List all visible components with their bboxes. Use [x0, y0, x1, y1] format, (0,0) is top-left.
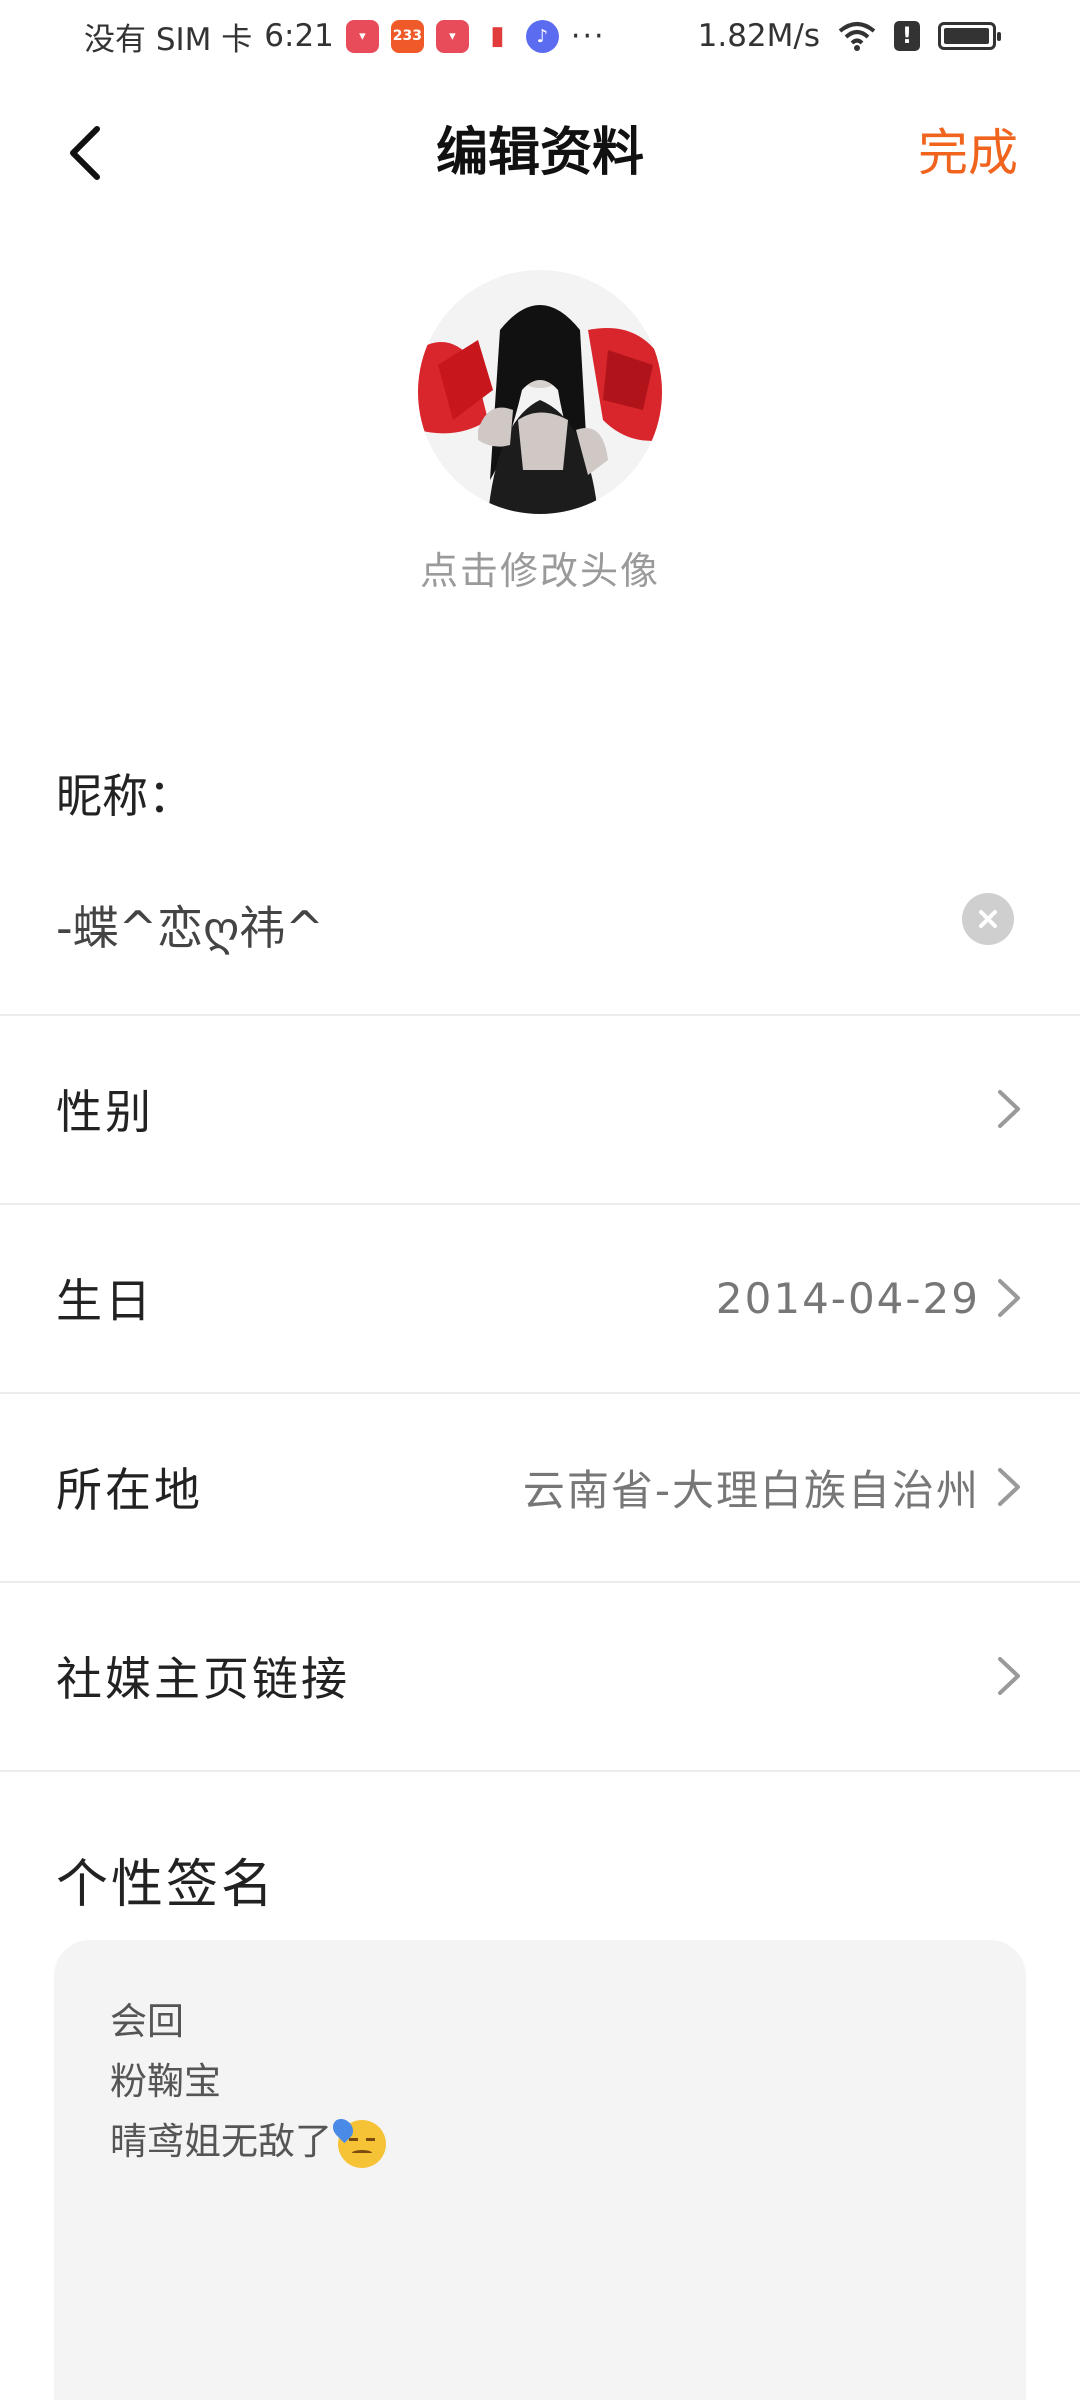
status-bar: 没有 SIM 卡 6:21 ▾ 233 ▾ ▮ ♪ ··· 1.82M/s ! [0, 0, 1080, 72]
gender-row[interactable]: 性别 [0, 1016, 1080, 1202]
signature-line: 会回 [110, 2000, 184, 2043]
chevron-right-icon [998, 1468, 1020, 1506]
row-label: 性别 [56, 1085, 154, 1139]
chevron-right-icon [998, 1090, 1020, 1128]
book-icon: ▮ [490, 21, 505, 51]
change-avatar-hint[interactable]: 点击修改头像 [0, 540, 1080, 595]
music-icon: ♪ [525, 19, 559, 53]
birthday-row[interactable]: 生日 2014-04-29 [0, 1205, 1080, 1391]
signature-title: 个性签名 [56, 1855, 277, 1915]
huawei-store-icon: ▾ [435, 19, 469, 53]
signature-line: 晴鸢姐无敌了 [110, 2112, 970, 2172]
nickname-label: 昵称： [56, 769, 194, 823]
signature-line-text: 晴鸢姐无敌了 [110, 2120, 332, 2163]
net-speed-text: 1.82M/s [697, 18, 820, 54]
sweat-emoji-icon [328, 2114, 386, 2168]
avatar[interactable] [418, 270, 662, 514]
chevron-right-icon [998, 1657, 1020, 1695]
close-icon [979, 910, 997, 928]
status-left: 没有 SIM 卡 6:21 ▾ 233 ▾ ▮ ♪ ··· [84, 14, 606, 59]
signature-line: 粉鞠宝 [110, 2060, 221, 2103]
carrier-text: 没有 SIM 卡 [84, 21, 253, 58]
social-link-row[interactable]: 社媒主页链接 [0, 1583, 1080, 1769]
signature-textarea[interactable]: 会回 粉鞠宝 晴鸢姐无敌了 [54, 1940, 1026, 2400]
bilibili-233-icon: 233 [390, 19, 424, 53]
birthday-value: 2014-04-29 [715, 1273, 980, 1323]
row-label: 所在地 [56, 1463, 203, 1517]
battery-icon [938, 22, 1001, 50]
huawei-store-icon: ▾ [345, 19, 379, 53]
location-value: 云南省-大理白族自治州 [522, 1465, 980, 1515]
row-label: 社媒主页链接 [56, 1652, 350, 1706]
chevron-right-icon [998, 1279, 1020, 1317]
location-row[interactable]: 所在地 云南省-大理白族自治州 [0, 1394, 1080, 1580]
wifi-icon [838, 22, 876, 51]
nickname-input[interactable]: -蝶^恋ღ祎^ [56, 892, 324, 958]
alert-icon: ! [894, 21, 920, 51]
more-notifications-icon: ··· [570, 18, 606, 54]
edit-profile-page: 没有 SIM 卡 6:21 ▾ 233 ▾ ▮ ♪ ··· 1.82M/s ! [0, 0, 1080, 2400]
row-label: 生日 [56, 1274, 154, 1328]
divider [0, 1770, 1080, 1772]
done-button[interactable]: 完成 [918, 118, 1018, 188]
clear-nickname-button[interactable] [962, 893, 1014, 945]
status-right: 1.82M/s ! [697, 18, 1001, 54]
header: 编辑资料 完成 [0, 96, 1080, 208]
avatar-image [418, 270, 662, 514]
clock-text: 6:21 [264, 18, 334, 54]
